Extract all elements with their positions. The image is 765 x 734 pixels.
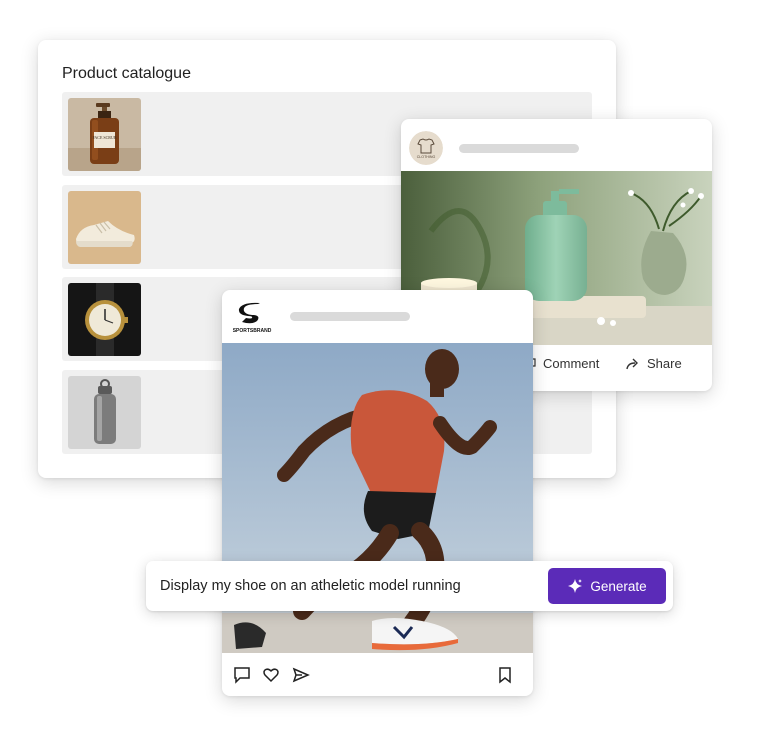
share-arrow-icon (626, 358, 638, 369)
heart-icon[interactable] (261, 665, 281, 685)
clothing-brand-text: CLOTHING (417, 155, 436, 159)
catalogue-title: Product catalogue (62, 65, 191, 82)
face-scrub-label: FACE SCRUB (92, 135, 116, 140)
sneaker-shoe-image (68, 191, 141, 264)
sportsbrand-text: SPORTSBRAND (233, 328, 272, 334)
comment-label: Comment (543, 356, 600, 371)
face-scrub-bottle-image: FACE SCRUB (68, 98, 141, 171)
generate-label: Generate (590, 578, 647, 594)
username-placeholder (459, 144, 579, 153)
sportsbrand-logo-icon: SPORTSBRAND (232, 300, 272, 334)
send-icon[interactable] (291, 665, 311, 685)
social-post-sportsbrand: SPORTSBRAND (222, 290, 533, 696)
comment-button[interactable]: Comment (523, 356, 599, 371)
share-button[interactable]: Share (625, 356, 682, 371)
username-placeholder (290, 312, 410, 321)
share-label: Share (647, 356, 682, 371)
bookmark-icon[interactable] (495, 665, 515, 685)
water-bottle-image (68, 376, 141, 449)
prompt-bar: Display my shoe on an atheletic model ru… (146, 561, 673, 611)
wristwatch-image (68, 283, 141, 356)
clothing-brand-logo-icon: CLOTHING (409, 131, 443, 165)
comment-icon[interactable] (232, 665, 252, 685)
generate-button[interactable]: Generate (548, 568, 666, 604)
prompt-input[interactable]: Display my shoe on an atheletic model ru… (160, 578, 461, 594)
sparkle-icon (568, 579, 583, 593)
